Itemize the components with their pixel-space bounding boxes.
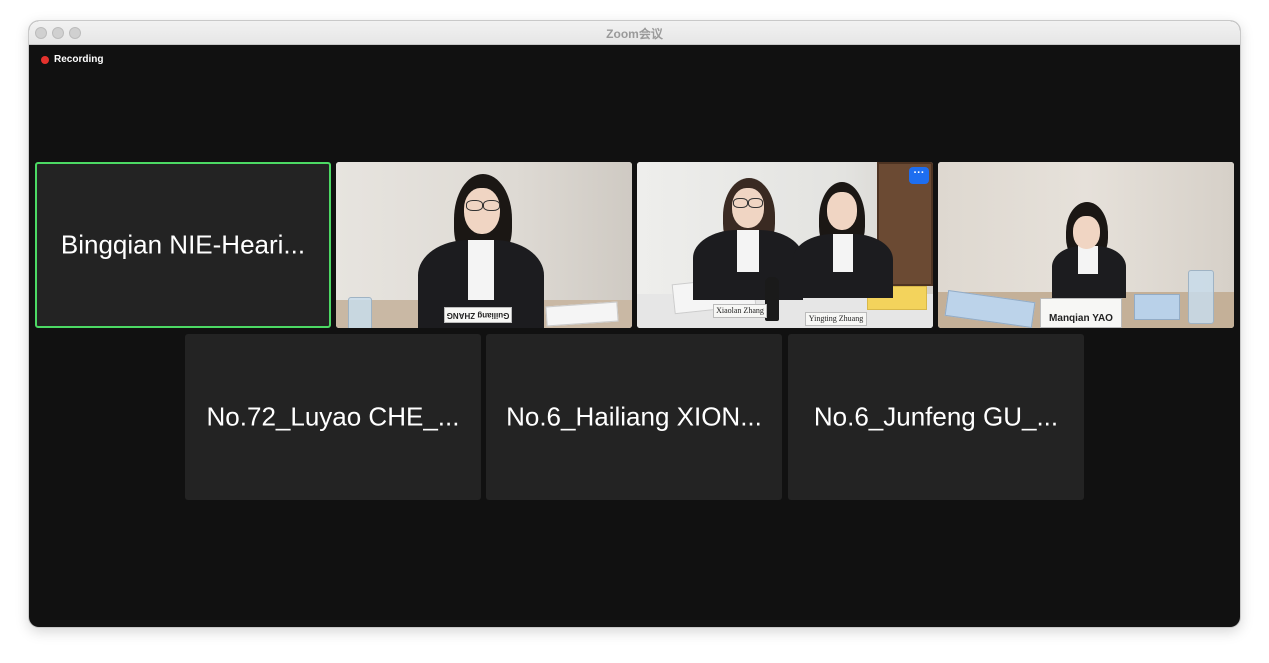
participant-name: No.6_Hailiang XION... <box>506 401 762 432</box>
title-bar[interactable]: Zoom会议 <box>29 21 1240 45</box>
recording-dot-icon <box>41 55 49 64</box>
microphone-icon <box>765 277 779 321</box>
participant-nameplate: Manqian YAO <box>1040 298 1122 328</box>
zoom-window: Zoom会议 Recording Bingqian NIE-Heari... G… <box>29 21 1240 627</box>
recording-indicator[interactable]: Recording <box>41 54 103 65</box>
recording-label: Recording <box>54 54 104 65</box>
more-dots-icon[interactable]: ··· <box>909 167 929 184</box>
participant-video-tile[interactable]: Guiliang ZHANG <box>336 162 632 328</box>
participant-video-tile[interactable]: Xiaolan Zhang Yingting Zhuang ··· <box>637 162 933 328</box>
participant-nameplate: Guiliang ZHANG <box>444 307 512 323</box>
participant-video-tile[interactable]: Manqian YAO <box>938 162 1234 328</box>
participant-nameplate: Yingting Zhuang <box>805 312 867 326</box>
participant-name: No.72_Luyao CHE_... <box>206 401 460 432</box>
video-bottle <box>1188 270 1214 324</box>
participant-tile[interactable]: No.72_Luyao CHE_... <box>185 334 481 500</box>
video-bottle <box>348 297 372 328</box>
participant-name: No.6_Junfeng GU_... <box>813 401 1059 432</box>
window-title: Zoom会议 <box>606 27 663 41</box>
participant-nameplate: Xiaolan Zhang <box>713 304 767 318</box>
participant-tile[interactable]: No.6_Hailiang XION... <box>486 334 782 500</box>
participant-name: Bingqian NIE-Heari... <box>60 229 306 260</box>
participant-tile-active-speaker[interactable]: Bingqian NIE-Heari... <box>35 162 331 328</box>
video-papers <box>1134 294 1180 320</box>
participant-tile[interactable]: No.6_Junfeng GU_... <box>788 334 1084 500</box>
